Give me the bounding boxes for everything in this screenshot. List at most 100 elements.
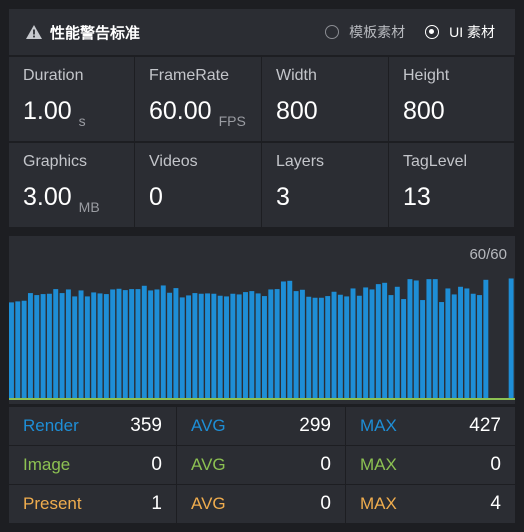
frame-bar <box>217 295 223 398</box>
header-bar: 性能警告标准 模板素材 UI 素材 <box>9 9 515 55</box>
stat-unit: s <box>78 113 86 129</box>
frame-bar <box>65 289 71 398</box>
stat-framerate: FrameRate 60.00 FPS <box>135 57 261 141</box>
frame-bar <box>110 289 116 398</box>
frame-bar <box>46 293 52 398</box>
frame-bar <box>40 294 46 398</box>
frame-bar <box>401 299 407 398</box>
frame-bar <box>337 294 343 398</box>
stat-label: Height <box>403 67 450 84</box>
metric-render: Render 359 <box>9 407 176 445</box>
frame-bar <box>287 280 293 398</box>
frame-bar <box>198 293 204 398</box>
frame-bar <box>129 289 135 398</box>
frame-bar <box>249 291 255 398</box>
frame-bar <box>477 295 482 398</box>
metric-value: 0 <box>320 454 331 475</box>
frame-bar <box>97 293 103 398</box>
frame-bar <box>445 288 451 398</box>
metric-render-avg: AVG 299 <box>177 407 345 445</box>
metric-image-avg: AVG 0 <box>177 446 345 484</box>
frame-bar <box>224 296 229 398</box>
frame-bar <box>262 296 267 398</box>
metric-image-max: MAX 0 <box>346 446 515 484</box>
frame-bar <box>72 296 78 398</box>
stat-label: Graphics <box>23 153 88 170</box>
stat-label: Layers <box>276 153 325 170</box>
metric-label: AVG <box>191 455 226 474</box>
frame-bar <box>508 278 514 398</box>
frame-bar <box>388 295 394 398</box>
frame-bar <box>59 293 65 398</box>
frame-bar <box>350 288 356 398</box>
frame-bar <box>306 296 312 398</box>
frame-bar <box>280 281 286 398</box>
frame-bar <box>122 290 128 398</box>
header-title: 性能警告标准 <box>50 24 141 42</box>
stat-value: 3 <box>276 183 290 211</box>
frame-counter: 60/60 <box>469 246 507 263</box>
radio-ui-assets[interactable]: UI 素材 <box>425 22 495 42</box>
frame-bar <box>53 289 59 398</box>
metric-value: 0 <box>320 493 331 514</box>
frame-bar <box>173 288 179 398</box>
frame-bar <box>394 286 400 398</box>
stat-layers: Layers 3 <box>262 143 388 227</box>
metric-value: 0 <box>490 454 501 475</box>
metric-value: 427 <box>469 415 501 436</box>
frame-bar <box>243 292 248 398</box>
frame-bar <box>369 289 375 398</box>
frame-bar <box>356 295 362 398</box>
metric-label: Present <box>23 494 82 513</box>
frame-bar <box>293 291 299 398</box>
radio-circle-unchecked-icon[interactable] <box>325 25 340 39</box>
stats-grid: Duration 1.00 s FrameRate 60.00 FPS Width … <box>9 57 515 228</box>
performance-panel: 性能警告标准 模板素材 UI 素材 Duration 1.00 s FrameRa… <box>0 0 524 532</box>
metric-label: AVG <box>191 416 226 435</box>
radio-label[interactable]: 模板素材 <box>349 22 405 42</box>
frame-bar <box>78 290 84 398</box>
metric-image: Image 0 <box>9 446 176 484</box>
frame-bar <box>318 297 324 398</box>
stat-unit: FPS <box>218 113 246 129</box>
metric-present: Present 1 <box>9 485 176 523</box>
frame-bar <box>205 293 211 398</box>
source-radio-group: 模板素材 UI 素材 <box>305 9 495 55</box>
frame-bar <box>91 292 97 398</box>
frame-bar <box>420 300 426 398</box>
radio-template-assets[interactable]: 模板素材 <box>325 22 405 42</box>
stat-value: 800 <box>403 97 445 125</box>
chart-baseline <box>9 398 515 400</box>
frame-bar <box>27 293 33 398</box>
stat-taglevel: TagLevel 13 <box>389 143 514 227</box>
frame-bar <box>483 279 489 398</box>
frame-bar <box>458 286 463 398</box>
frame-bar <box>439 302 445 398</box>
frame-bar <box>236 294 242 398</box>
stat-value: 3.00 <box>23 183 72 211</box>
frame-bar <box>21 300 27 398</box>
stat-value: 1.00 <box>23 97 72 125</box>
stat-height: Height 800 <box>389 57 514 141</box>
metric-label: MAX <box>360 494 397 513</box>
stat-graphics: Graphics 3.00 MB <box>9 143 134 227</box>
stat-label: Duration <box>23 67 84 84</box>
metric-label: Image <box>23 455 71 474</box>
warning-icon <box>26 25 42 39</box>
metric-render-max: MAX 427 <box>346 407 515 445</box>
frame-time-chart: 60/60 <box>9 236 515 404</box>
frame-bar <box>432 279 438 398</box>
stat-duration: Duration 1.00 s <box>9 57 134 141</box>
frame-bar <box>103 294 109 398</box>
frame-bar <box>230 293 236 398</box>
frame-bar <box>135 289 141 398</box>
stat-width: Width 800 <box>262 57 388 141</box>
stat-value: 800 <box>276 97 318 125</box>
metric-label: MAX <box>360 416 397 435</box>
frame-bar <box>363 287 369 398</box>
stat-label: FrameRate <box>149 67 230 84</box>
radio-circle-checked-icon[interactable] <box>425 25 440 39</box>
frame-bar <box>148 290 154 398</box>
radio-label[interactable]: UI 素材 <box>449 22 495 42</box>
frame-bar <box>179 297 185 398</box>
